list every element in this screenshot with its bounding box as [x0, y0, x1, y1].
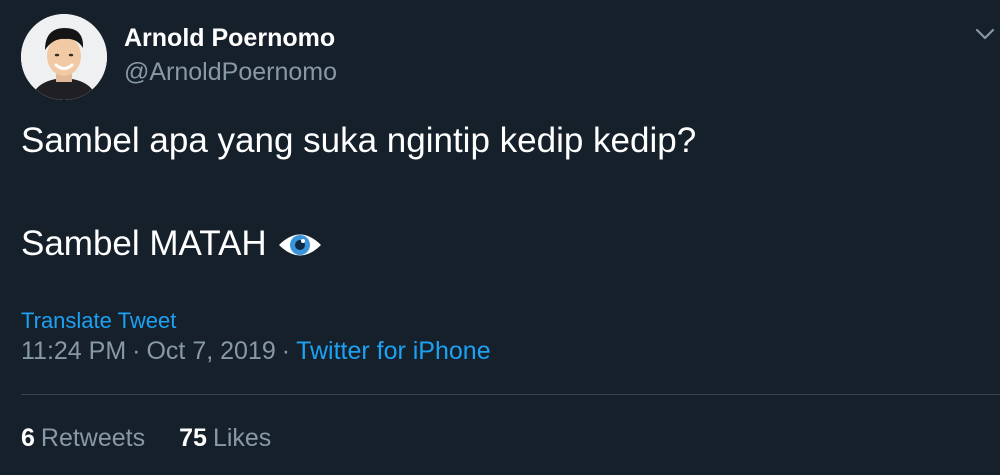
meta-separator: ·	[132, 337, 141, 365]
tweet-meta: 11:24 PM · Oct 7, 2019 · Twitter for iPhone	[21, 337, 491, 366]
retweets-count: 6	[21, 424, 35, 452]
tweet-text-line-1: Sambel apa yang suka ngintip kedip kedip…	[21, 121, 697, 160]
author-display-name[interactable]: Arnold Poernomo	[124, 24, 335, 53]
tweet-source-link[interactable]: Twitter for iPhone	[296, 337, 491, 365]
tweet-date[interactable]: Oct 7, 2019	[146, 337, 275, 365]
tweet-text-line-2-label: Sambel MATAH	[21, 224, 267, 263]
meta-separator: ·	[281, 337, 291, 365]
likes-stat[interactable]: 75 Likes	[179, 424, 271, 453]
divider	[21, 394, 1000, 395]
likes-label: Likes	[212, 424, 272, 452]
tweet-time[interactable]: 11:24 PM	[21, 337, 126, 365]
retweets-label: Retweets	[40, 424, 146, 452]
avatar[interactable]	[21, 14, 107, 100]
retweets-stat[interactable]: 6 Retweets	[21, 424, 145, 453]
eye-icon	[277, 229, 323, 259]
chevron-down-icon[interactable]	[974, 26, 996, 42]
tweet-text-line-2: Sambel MATAH	[21, 224, 323, 264]
author-handle[interactable]: @ArnoldPoernomo	[124, 58, 337, 87]
tweet-stats: 6 Retweets 75 Likes	[21, 424, 271, 453]
translate-tweet-link[interactable]: Translate Tweet	[21, 308, 176, 334]
avatar-image	[21, 14, 107, 100]
likes-count: 75	[179, 424, 207, 452]
